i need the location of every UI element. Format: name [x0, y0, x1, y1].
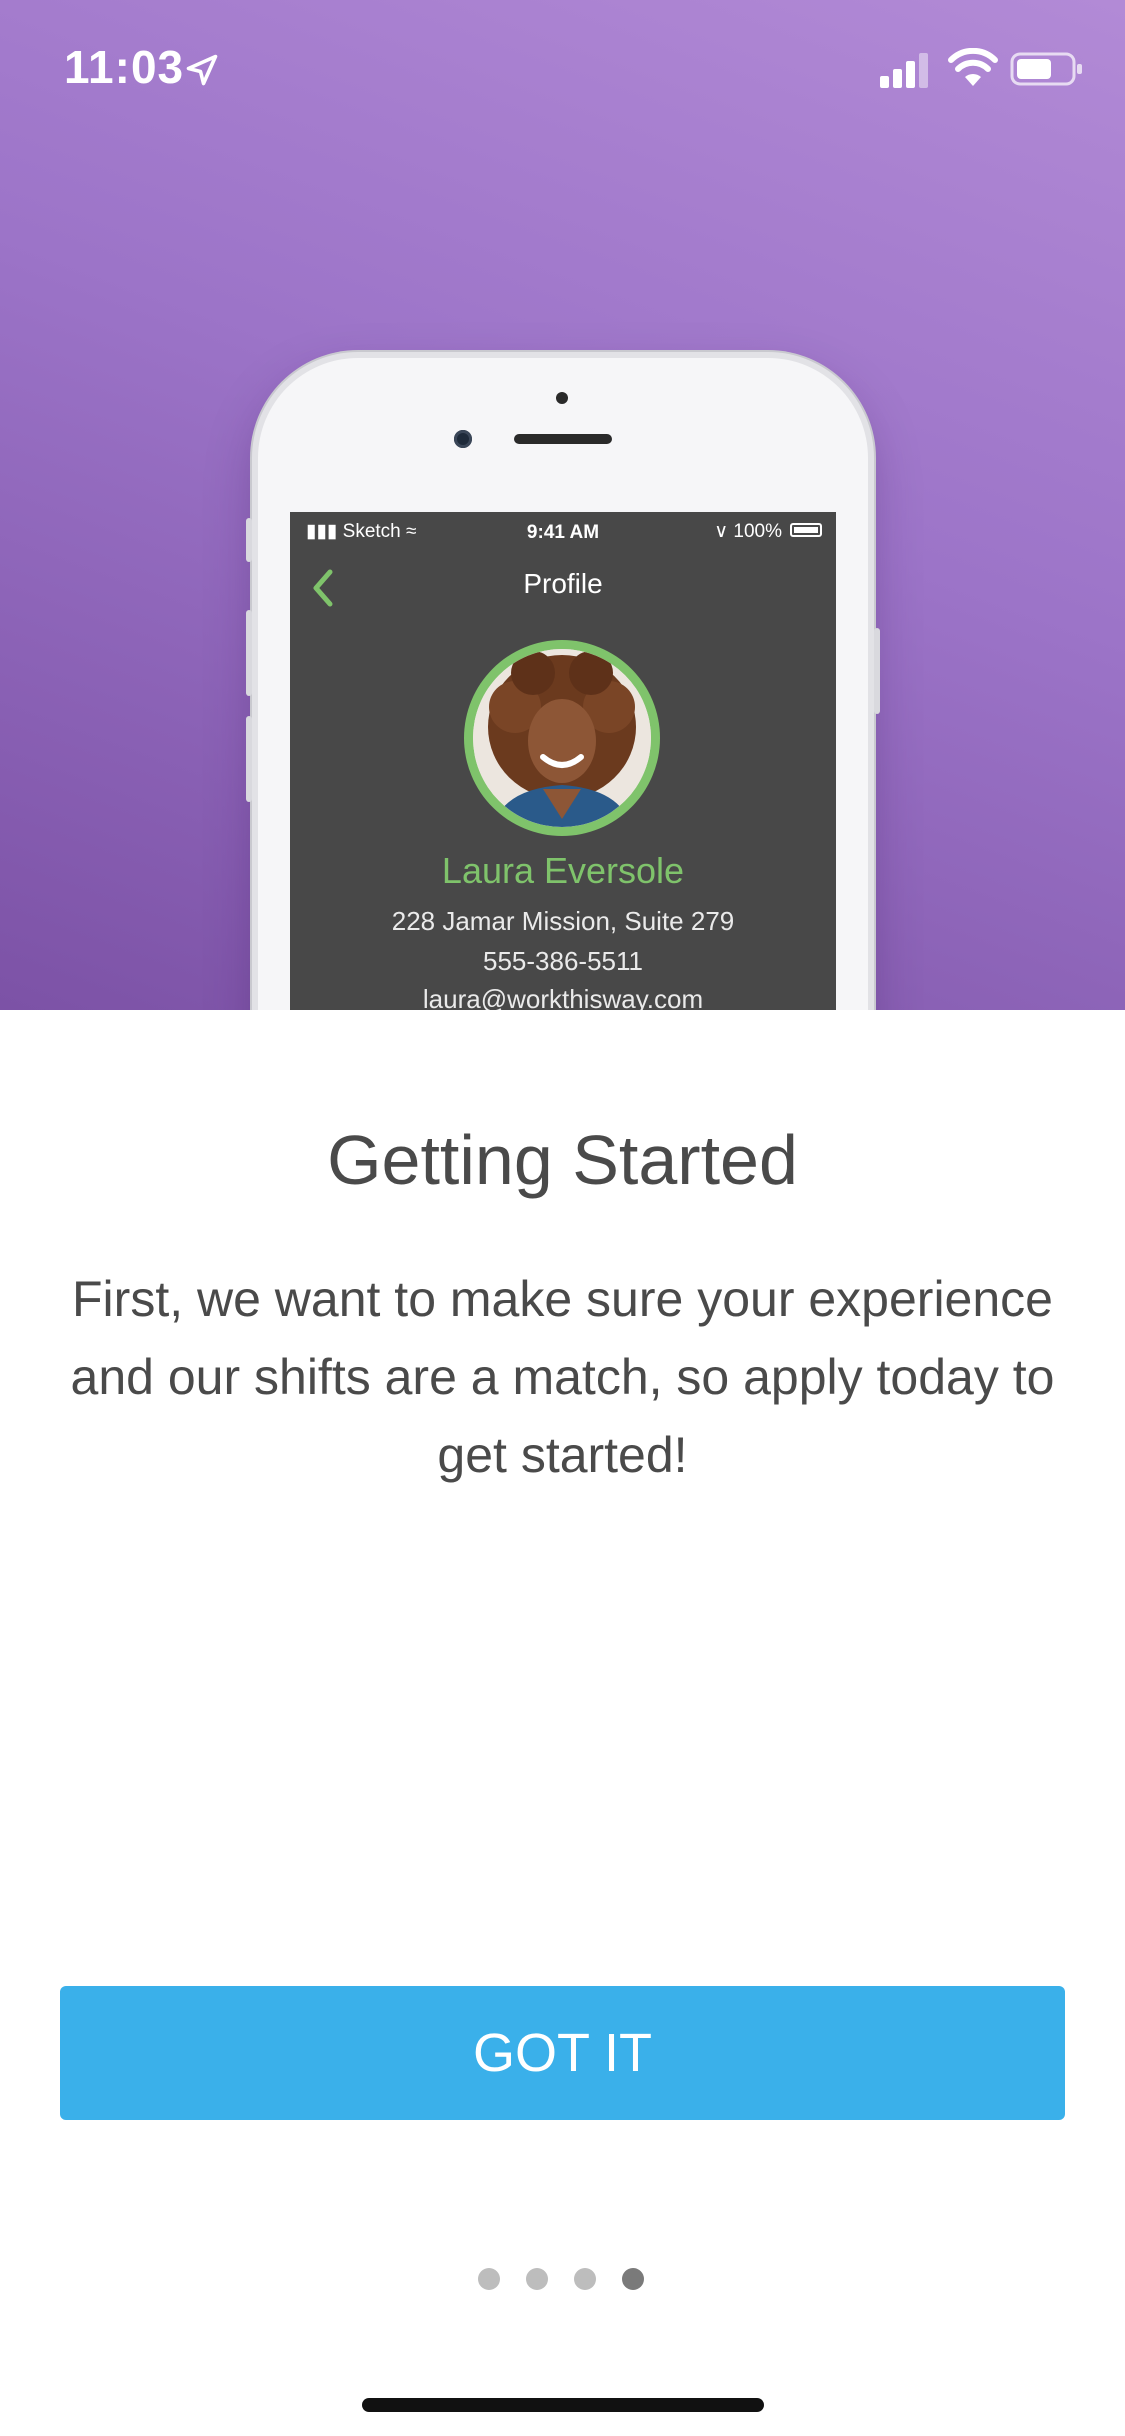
phone-silent-switch	[246, 518, 252, 562]
page-dot-4-active[interactable]	[622, 2268, 644, 2290]
page-dot-2[interactable]	[526, 2268, 548, 2290]
page-indicator[interactable]	[478, 2268, 648, 2292]
battery-icon	[1010, 52, 1082, 86]
wifi-icon	[948, 48, 998, 86]
mockup-status-bar: ▮▮▮ Sketch ≈ 9:41 AM ∨ 100%	[290, 512, 836, 552]
profile-phone: 555-386-5511	[483, 946, 643, 976]
got-it-button[interactable]: GOT IT	[60, 1986, 1065, 2120]
person-portrait-icon	[473, 649, 651, 827]
proximity-sensor	[556, 392, 568, 404]
status-bar: 11:03	[0, 0, 1125, 140]
profile-address: 228 Jamar Mission, Suite 279	[391, 906, 735, 936]
earpiece-speaker	[514, 434, 612, 444]
onboarding-description: First, we want to make sure your experie…	[70, 1271, 1055, 1483]
mockup-screen: ▮▮▮ Sketch ≈ 9:41 AM ∨ 100% Profile Laur…	[290, 512, 836, 1010]
phone-volume-down	[246, 716, 252, 802]
cellular-signal-icon	[880, 53, 928, 88]
onboarding-title: Getting Started	[327, 1121, 798, 1199]
page-dot-3[interactable]	[574, 2268, 596, 2290]
mockup-bluetooth-icon: ∨	[714, 521, 729, 542]
hero-banner: 11:03 ▮▮▮ Sketch ≈ 9:41 AM ∨ 100% Profil…	[0, 0, 1125, 1010]
status-time: 11:03	[64, 41, 185, 93]
profile-avatar	[464, 640, 660, 836]
mockup-battery-label: 100%	[733, 521, 782, 542]
profile-name: Laura Eversole	[441, 850, 685, 891]
phone-power-button	[874, 628, 880, 714]
profile-photo	[473, 649, 651, 827]
front-camera	[454, 430, 472, 448]
phone-volume-up	[246, 610, 252, 696]
location-arrow-icon	[186, 54, 218, 86]
home-indicator[interactable]	[362, 2398, 764, 2412]
profile-email: laura@workthisway.com	[422, 984, 704, 1010]
page-dot-1[interactable]	[478, 2268, 500, 2290]
mockup-battery-group: ∨ 100%	[714, 520, 782, 543]
mockup-nav-title: Profile	[523, 568, 603, 599]
mockup-battery-icon	[790, 523, 822, 537]
